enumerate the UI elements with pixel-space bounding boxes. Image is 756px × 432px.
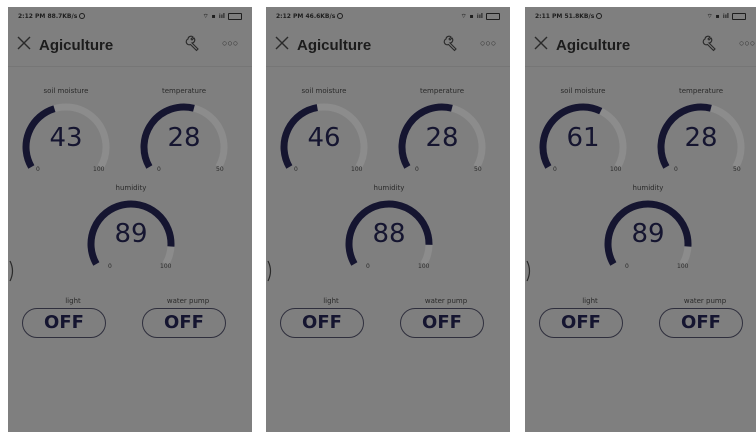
temperature-max: 50 xyxy=(474,166,482,173)
app-screen-1: 2:12 PM 88.7KB/s ⌔ ▪ ⁞ıl Agiculture ○○○ … xyxy=(8,7,252,432)
light-toggle-button[interactable]: OFF xyxy=(22,308,106,338)
temperature-min: 0 xyxy=(415,166,419,173)
soil-moisture-min: 0 xyxy=(553,166,557,173)
drawer-handle[interactable] xyxy=(526,260,532,282)
temperature-label: temperature xyxy=(679,87,723,95)
app-bar: Agiculture ○○○ xyxy=(266,29,510,63)
water-pump-label: water pump xyxy=(166,297,210,305)
drawer-handle[interactable] xyxy=(9,260,15,282)
humidity-label: humidity xyxy=(632,184,664,192)
page-title: Agiculture xyxy=(39,37,114,54)
light-label: light xyxy=(65,297,81,305)
battery-icon xyxy=(228,12,242,20)
humidity-value: 89 xyxy=(631,219,665,249)
light-label: light xyxy=(323,297,339,305)
more-icon[interactable]: ○○○ xyxy=(739,38,756,48)
soil-moisture-value: 61 xyxy=(566,123,600,153)
water-pump-toggle-button[interactable]: OFF xyxy=(659,308,743,338)
status-time: 2:11 PM 51.8KB/s xyxy=(535,12,595,20)
wifi-icon: ⌔ xyxy=(202,13,209,20)
temperature-max: 50 xyxy=(216,166,224,173)
status-bar: 2:11 PM 51.8KB/s ⌔ ▪ ⁞ıl xyxy=(535,9,746,23)
wifi-icon: ⌔ xyxy=(706,13,713,20)
humidity-max: 100 xyxy=(418,263,430,270)
app-screen-3: 2:11 PM 51.8KB/s ⌔ ▪ ⁞ıl Agiculture ○○○ … xyxy=(525,7,756,432)
drawer-handle[interactable] xyxy=(267,260,273,282)
temperature-label: temperature xyxy=(162,87,206,95)
soil-moisture-min: 0 xyxy=(36,166,40,173)
soil-moisture-label: soil moisture xyxy=(301,87,347,95)
water-pump-toggle-button[interactable]: OFF xyxy=(400,308,484,338)
divider xyxy=(525,66,756,67)
signal-icon: ⁞ıl xyxy=(218,12,225,20)
wrench-icon[interactable] xyxy=(701,34,721,54)
close-icon[interactable] xyxy=(17,36,31,50)
humidity-min: 0 xyxy=(625,263,629,270)
notification-icon xyxy=(596,13,603,19)
status-time: 2:12 PM 46.6KB/s xyxy=(276,12,336,20)
divider xyxy=(266,66,510,67)
wrench-icon[interactable] xyxy=(442,34,462,54)
soil-moisture-max: 100 xyxy=(351,166,363,173)
divider xyxy=(8,66,252,67)
humidity-min: 0 xyxy=(366,263,370,270)
soil-moisture-max: 100 xyxy=(610,166,622,173)
status-bar: 2:12 PM 88.7KB/s ⌔ ▪ ⁞ıl xyxy=(18,9,242,23)
humidity-label: humidity xyxy=(373,184,405,192)
app-screen-2: 2:12 PM 46.6KB/s ⌔ ▪ ⁞ıl Agiculture ○○○ … xyxy=(266,7,510,432)
temperature-label: temperature xyxy=(420,87,464,95)
humidity-value: 88 xyxy=(372,219,406,249)
humidity-value: 89 xyxy=(114,219,148,249)
soil-moisture-label: soil moisture xyxy=(43,87,89,95)
page-title: Agiculture xyxy=(556,37,631,54)
sim-icon: ▪ xyxy=(211,12,216,20)
soil-moisture-min: 0 xyxy=(294,166,298,173)
soil-moisture-value: 43 xyxy=(49,123,83,153)
water-pump-label: water pump xyxy=(424,297,468,305)
sim-icon: ▪ xyxy=(715,12,720,20)
app-bar: Agiculture ○○○ xyxy=(8,29,252,63)
humidity-max: 100 xyxy=(160,263,172,270)
soil-moisture-label: soil moisture xyxy=(560,87,606,95)
temperature-max: 50 xyxy=(733,166,741,173)
wrench-icon[interactable] xyxy=(184,34,204,54)
signal-icon: ⁞ıl xyxy=(722,12,729,20)
temperature-min: 0 xyxy=(674,166,678,173)
soil-moisture-max: 100 xyxy=(93,166,105,173)
humidity-min: 0 xyxy=(108,263,112,270)
status-bar: 2:12 PM 46.6KB/s ⌔ ▪ ⁞ıl xyxy=(276,9,500,23)
close-icon[interactable] xyxy=(534,36,548,50)
light-toggle-button[interactable]: OFF xyxy=(280,308,364,338)
temperature-min: 0 xyxy=(157,166,161,173)
wifi-icon: ⌔ xyxy=(460,13,467,20)
page-title: Agiculture xyxy=(297,37,372,54)
water-pump-label: water pump xyxy=(683,297,727,305)
humidity-label: humidity xyxy=(115,184,147,192)
temperature-value: 28 xyxy=(684,123,718,153)
temperature-value: 28 xyxy=(167,123,201,153)
light-label: light xyxy=(582,297,598,305)
app-bar: Agiculture ○○○ xyxy=(525,29,756,63)
humidity-max: 100 xyxy=(677,263,689,270)
battery-icon xyxy=(486,12,500,20)
soil-moisture-value: 46 xyxy=(307,123,341,153)
status-time: 2:12 PM 88.7KB/s xyxy=(18,12,78,20)
battery-icon xyxy=(732,12,746,20)
more-icon[interactable]: ○○○ xyxy=(480,38,498,48)
temperature-value: 28 xyxy=(425,123,459,153)
notification-icon xyxy=(79,13,86,19)
notification-icon xyxy=(337,13,344,19)
light-toggle-button[interactable]: OFF xyxy=(539,308,623,338)
signal-icon: ⁞ıl xyxy=(476,12,483,20)
water-pump-toggle-button[interactable]: OFF xyxy=(142,308,226,338)
sim-icon: ▪ xyxy=(469,12,474,20)
close-icon[interactable] xyxy=(275,36,289,50)
more-icon[interactable]: ○○○ xyxy=(222,38,240,48)
